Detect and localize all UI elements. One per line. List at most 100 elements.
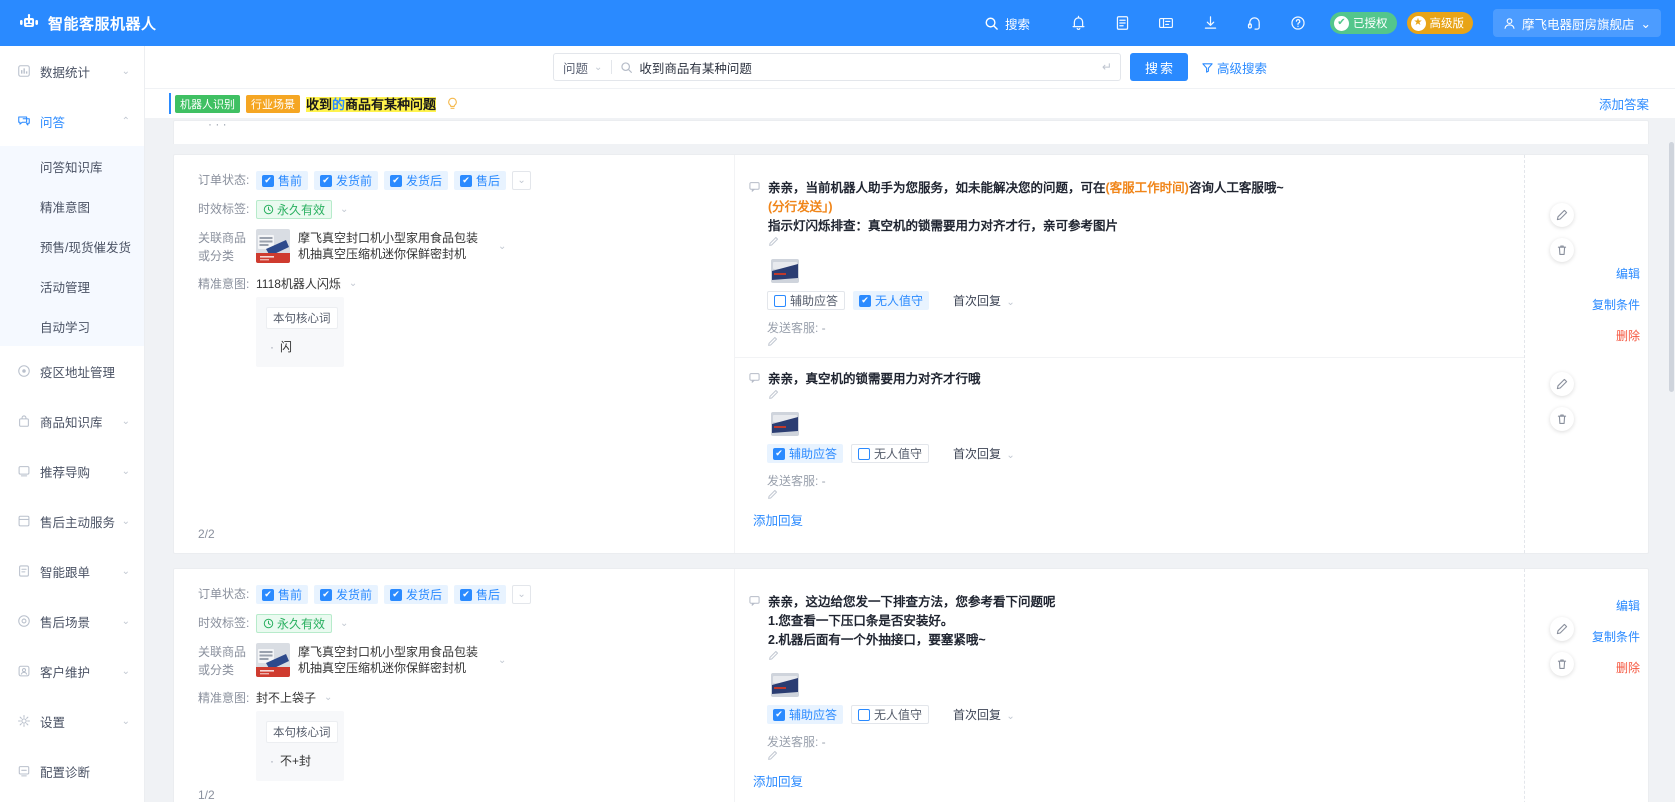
order-status-checkbox-1[interactable]: ✔ 发货前: [314, 585, 379, 604]
sidebar-subitem-4[interactable]: 自动学习: [0, 306, 144, 346]
order-status-row: 订单状态: ✔ 售前 ✔ 发货前 ✔ 发货后 ✔ 售后 ⌄: [198, 585, 724, 604]
cards-scroll-area[interactable]: · · · 订单状态: ✔ 售前 ✔ 发货前 ✔ 发货后 ✔ 售后 ⌄ 时效标签: 永久有效 ⌄ 关联商品…: [145, 120, 1675, 802]
card-pager: 2/2: [198, 527, 215, 541]
row-link-0[interactable]: 编辑: [1616, 265, 1640, 282]
first-reply-select[interactable]: 首次回复 ⌄: [953, 445, 1015, 462]
help-icon[interactable]: [1276, 0, 1320, 46]
row-link-2[interactable]: 删除: [1616, 327, 1640, 344]
download-icon[interactable]: [1188, 0, 1232, 46]
answer-line: (分行发送｣): [768, 198, 1284, 217]
sidebar-subitem-1[interactable]: 精准意图: [0, 186, 144, 226]
unattended-checkbox[interactable]: 无人值守: [851, 705, 930, 724]
search-scope-select[interactable]: 问题 ⌄: [554, 58, 611, 77]
sidebar-item-11[interactable]: 王牌教练⌄: [0, 796, 144, 802]
bulb-icon[interactable]: [446, 97, 459, 111]
answer-image[interactable]: [771, 673, 799, 697]
pencil-icon[interactable]: [767, 489, 1506, 500]
cards-container: · · · 订单状态: ✔ 售前 ✔ 发货前 ✔ 发货后 ✔ 售后 ⌄ 时效标签: 永久有效 ⌄ 关联商品…: [145, 120, 1675, 802]
row-link-1[interactable]: 复制条件: [1592, 296, 1640, 313]
add-reply-link[interactable]: 添加回复: [753, 771, 1524, 790]
assist-answer-checkbox[interactable]: ✔ 辅助应答: [767, 444, 844, 463]
sidebar-item-8[interactable]: 客户维护 ⌄: [0, 646, 144, 696]
assist-answer-checkbox[interactable]: 辅助应答: [767, 291, 846, 310]
shop-switcher[interactable]: 摩飞电器厨房旗舰店 ⌄: [1493, 9, 1661, 37]
delete-answer-button[interactable]: [1550, 407, 1574, 431]
sidebar-item-7[interactable]: 售后场景 ⌄: [0, 596, 144, 646]
sidebar-item-10[interactable]: 配置诊断: [0, 746, 144, 796]
answer-image[interactable]: [771, 412, 799, 436]
sidebar-item-9[interactable]: 设置 ⌄: [0, 696, 144, 746]
order-status-checkbox-0[interactable]: ✔ 售前: [256, 585, 309, 604]
premium-badge[interactable]: ★ 高级版: [1406, 12, 1473, 34]
search-box[interactable]: 问题 ⌄ ↵: [552, 53, 1121, 81]
order-status-checkbox-2[interactable]: ✔ 发货后: [384, 171, 449, 190]
edit-answer-button[interactable]: [1550, 372, 1574, 396]
sidebar-item-0[interactable]: 数据统计 ⌄: [0, 46, 144, 96]
checkbox-icon: ✔: [859, 294, 872, 307]
sidebar-item-3[interactable]: 商品知识库 ⌄: [0, 396, 144, 446]
add-answer-link[interactable]: 添加答案: [1599, 94, 1649, 113]
order-status-more-button[interactable]: ⌄: [512, 585, 532, 604]
sidebar-subitem-3[interactable]: 活动管理: [0, 266, 144, 306]
advanced-search-link[interactable]: 高级搜索: [1202, 58, 1267, 77]
order-status-more-button[interactable]: ⌄: [512, 171, 532, 190]
search-input[interactable]: [639, 60, 1094, 74]
search-button[interactable]: 搜索: [1129, 53, 1188, 81]
product-chip[interactable]: 摩飞真空封口机小型家用食品包装 机抽真空压缩机迷你保鲜密封机: [256, 229, 478, 263]
sidebar-item-6[interactable]: 智能跟单 ⌄: [0, 546, 144, 596]
intent-value[interactable]: 封不上袋子: [256, 689, 316, 706]
pencil-icon[interactable]: [768, 389, 985, 400]
pencil-icon[interactable]: [768, 650, 1056, 661]
search-icon: [612, 61, 639, 74]
chevron-down-icon[interactable]: ⌄: [498, 241, 506, 252]
order-status-checkbox-3[interactable]: ✔ 售后: [454, 171, 507, 190]
row-link-0[interactable]: 编辑: [1616, 597, 1640, 614]
assist-answer-checkbox[interactable]: ✔ 辅助应答: [767, 705, 844, 724]
chevron-down-icon[interactable]: ⌄: [349, 278, 357, 289]
page-scrollbar[interactable]: [1668, 46, 1675, 802]
pencil-icon[interactable]: [768, 236, 1284, 247]
add-reply-link[interactable]: 添加回复: [753, 510, 1524, 529]
first-reply-select[interactable]: 首次回复 ⌄: [953, 706, 1015, 723]
product-chip[interactable]: 摩飞真空封口机小型家用食品包装 机抽真空压缩机迷你保鲜密封机: [256, 643, 478, 677]
pencil-icon[interactable]: [767, 336, 1506, 347]
bell-icon[interactable]: [1056, 0, 1100, 46]
order-status-checkbox-3[interactable]: ✔ 售后: [454, 585, 507, 604]
authorized-badge[interactable]: ✔ 已授权: [1330, 12, 1397, 34]
chevron-down-icon[interactable]: ⌄: [324, 692, 332, 703]
sidebar-item-1[interactable]: 问答 ⌃: [0, 96, 144, 146]
card-icon[interactable]: [1144, 0, 1188, 46]
row-link-1[interactable]: 复制条件: [1592, 628, 1640, 645]
chevron-down-icon[interactable]: ⌄: [340, 618, 348, 629]
order-status-checkbox-0[interactable]: ✔ 售前: [256, 171, 309, 190]
scrollbar-thumb[interactable]: [1669, 142, 1674, 392]
chevron-down-icon[interactable]: ⌄: [498, 655, 506, 666]
pencil-icon[interactable]: [767, 750, 1506, 761]
edit-answer-button[interactable]: [1550, 617, 1574, 641]
order-status-checkbox-2[interactable]: ✔ 发货后: [384, 585, 449, 604]
list-icon[interactable]: [1100, 0, 1144, 46]
edit-answer-button[interactable]: [1550, 203, 1574, 227]
sidebar-subitem-0[interactable]: 问答知识库: [0, 146, 144, 186]
unattended-checkbox[interactable]: ✔ 无人值守: [853, 291, 930, 310]
answer-line: 2.机器后面有一个外抽接口，要塞紧哦~: [768, 631, 1056, 661]
delete-answer-button[interactable]: [1550, 238, 1574, 262]
row-link-2[interactable]: 删除: [1616, 659, 1640, 676]
global-search-button[interactable]: 搜索: [984, 14, 1030, 33]
intent-value[interactable]: 1118机器人闪烁: [256, 275, 341, 292]
sidebar-subitem-2[interactable]: 预售/现货催发货: [0, 226, 144, 266]
answer-image[interactable]: [771, 259, 799, 283]
unattended-checkbox[interactable]: 无人值守: [851, 444, 930, 463]
sidebar-item-5[interactable]: 售后主动服务 ⌄: [0, 496, 144, 546]
chevron-down-icon[interactable]: ⌄: [340, 204, 348, 215]
delete-answer-button[interactable]: [1550, 652, 1574, 676]
first-reply-select[interactable]: 首次回复 ⌄: [953, 292, 1015, 309]
brand[interactable]: 智能客服机器人: [0, 13, 156, 34]
chevron-down-icon: ⌄: [121, 565, 130, 577]
headset-icon[interactable]: [1232, 0, 1276, 46]
order-status-checkbox-1[interactable]: ✔ 发货前: [314, 171, 379, 190]
sidebar-item-2[interactable]: 疫区地址管理: [0, 346, 144, 396]
sidebar-item-4[interactable]: 推荐导购 ⌄: [0, 446, 144, 496]
shop-name: 摩飞电器厨房旗舰店: [1522, 17, 1635, 32]
